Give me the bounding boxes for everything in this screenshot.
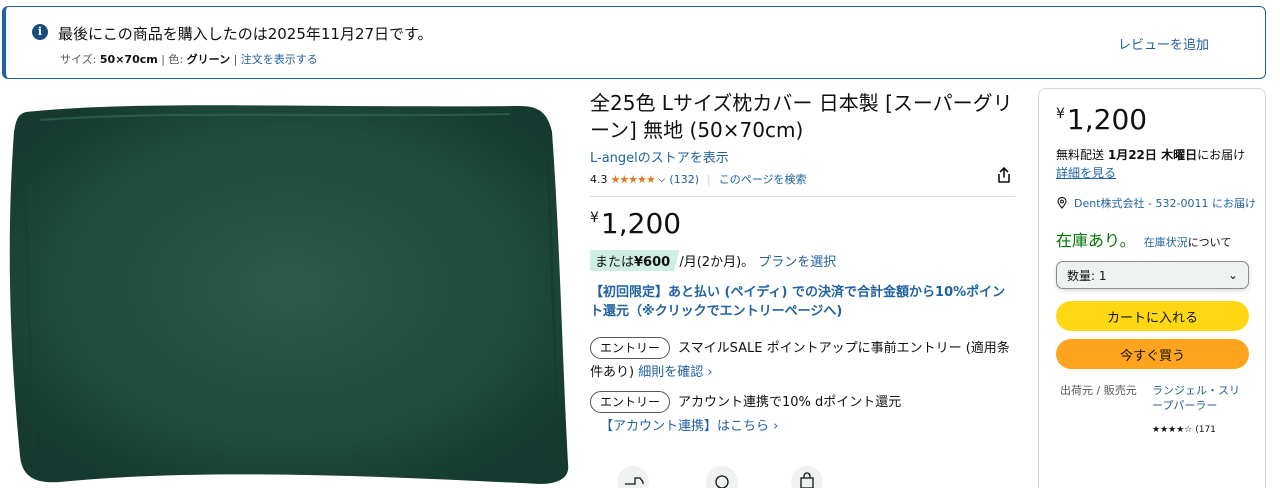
delivery-date: 1月22日 木曜日 xyxy=(1107,148,1198,162)
entry-offer-2: エントリー アカウント連携で10% dポイント還元 xyxy=(590,391,1015,415)
entry-button-2[interactable]: エントリー xyxy=(590,391,671,413)
delivery-address[interactable]: Dent株式会社 - 532-0011 にお届け xyxy=(1056,196,1265,211)
product-title: 全25色 Lサイズ枕カバー 日本製 [スーパーグリーン] 無地 (50×70cm… xyxy=(590,91,1013,142)
purchase-details: サイズ: 50×70cm | 色: グリーン | 注文を表示する xyxy=(60,53,318,66)
color-value: グリーン xyxy=(186,53,231,66)
entry-button[interactable]: エントリー xyxy=(590,337,671,359)
divider xyxy=(590,196,1015,197)
buy-now-button[interactable]: 今すぐ買う xyxy=(1056,339,1249,369)
installment-info: または¥600 /月(2か月)。 プランを選択 xyxy=(590,250,1015,271)
product-image[interactable] xyxy=(0,92,580,488)
chevron-down-icon: ⌄ xyxy=(1227,268,1238,282)
secure-bag-icon[interactable] xyxy=(791,466,823,488)
size-value: 50×70cm xyxy=(99,53,158,66)
account-link-row: 【アカウント連携】はこちら › xyxy=(600,415,1015,434)
delivery-info: 無料配送 1月22日 木曜日にお届け 詳細を見る xyxy=(1056,148,1246,180)
entry-offer-1: エントリー スマイルSALE ポイントアップに事前エントリー (適用条件あり) 細… xyxy=(590,337,1015,385)
rating-stars-icon[interactable]: ★★★★★ xyxy=(611,173,656,186)
chevron-down-icon[interactable]: ⌵ xyxy=(658,174,666,185)
seller-rating-count: (171 xyxy=(1195,425,1216,435)
info-icon: i xyxy=(32,24,48,40)
separator: | xyxy=(707,172,711,186)
delivery-details-link[interactable]: 詳細を見る xyxy=(1056,166,1116,180)
delivery-truck-icon[interactable] xyxy=(617,466,649,488)
last-purchase-message: 最後にこの商品を購入したのは2025年11月27日です。 xyxy=(58,25,433,43)
quantity-select[interactable]: 数量: 1 ⌄ xyxy=(1056,261,1249,289)
product-info: 全25色 Lサイズ枕カバー 日本製 [スーパーグリーン] 無地 (50×70cm… xyxy=(590,90,1015,434)
terms-link[interactable]: 細則を確認 › xyxy=(638,365,712,380)
installment-badge: または¥600 xyxy=(590,250,680,271)
select-plan-link[interactable]: プランを選択 xyxy=(758,251,836,270)
seller-link[interactable]: ランジェル・スリープパーラー xyxy=(1152,383,1244,413)
settings-badge-icon[interactable] xyxy=(706,466,738,488)
view-order-link[interactable]: 注文を表示する xyxy=(241,53,318,66)
buybox-price: ¥1,200 xyxy=(1056,103,1148,136)
store-section: L-angelのストアを表示 xyxy=(590,147,1015,166)
location-pin-icon xyxy=(1057,197,1067,209)
share-icon[interactable] xyxy=(995,166,1013,184)
seller-rating[interactable]: ★★★★☆ (171 xyxy=(1152,425,1265,435)
seller-info: 出荷元 / 販売元 ランジェル・スリープパーラー xyxy=(1056,383,1265,413)
purchase-notice-banner: i 最後にこの商品を購入したのは2025年11月27日です。 サイズ: 50×7… xyxy=(2,6,1266,79)
search-page-link[interactable]: このページを検索 xyxy=(719,171,807,187)
seller-label: 出荷元 / 販売元 xyxy=(1060,384,1137,397)
seller-stars-icon: ★★★★☆ xyxy=(1152,425,1193,435)
review-count-link[interactable]: (132) xyxy=(669,173,699,186)
account-link[interactable]: 【アカウント連携】はこちら › xyxy=(600,419,778,434)
add-to-cart-button[interactable]: カートに入れる xyxy=(1056,301,1249,331)
stock-status: 在庫あり。 在庫状況について xyxy=(1056,231,1232,250)
paidy-promo-link[interactable]: 【初回限定】あと払い (ペイディ) での決済で合計金額から10%ポイント還元（※… xyxy=(590,283,1015,321)
rating-row: 4.3 ★★★★★ ⌵ (132) | このページを検索 xyxy=(590,167,1015,188)
product-price: ¥1,200 xyxy=(590,207,682,240)
stock-info-link[interactable]: 在庫状況 xyxy=(1144,236,1188,249)
store-link[interactable]: L-angelのストアを表示 xyxy=(590,151,729,166)
buy-box: ¥1,200 無料配送 1月22日 木曜日にお届け 詳細を見る Dent株式会社… xyxy=(1038,88,1266,488)
add-review-link[interactable]: レビューを追加 xyxy=(1118,34,1209,53)
rating-value: 4.3 xyxy=(590,172,608,186)
pillow-image xyxy=(9,105,569,485)
